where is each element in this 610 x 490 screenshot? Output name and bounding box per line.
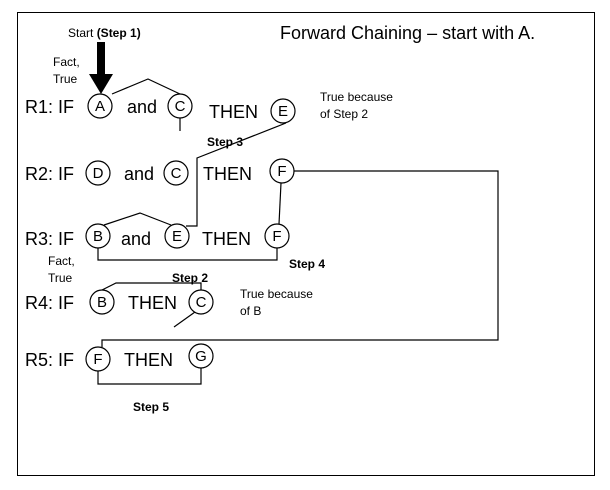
node-r5-f: F [85, 346, 111, 372]
connector-r1-and [111, 78, 181, 95]
note-r4-line1: True because [240, 287, 313, 301]
node-r2-d: D [85, 160, 111, 186]
rule-then-r3: THEN [202, 229, 251, 249]
connector-r3f-to-r2f [278, 182, 282, 225]
rule-then-r1: THEN [209, 102, 258, 122]
rule-conj-r2: and [124, 164, 154, 184]
note-r1-line1: True because [320, 90, 393, 104]
rule-then-r4: THEN [128, 293, 177, 313]
step2-label: Step 2 [172, 271, 208, 285]
rule-then-r2: THEN [203, 164, 252, 184]
diagram-title: Forward Chaining – start with A. [280, 23, 535, 43]
node-r3-b: B [85, 223, 111, 249]
svg-text:D: D [93, 165, 104, 182]
node-r4-b: B [89, 289, 115, 315]
forward-chaining-diagram: Forward Chaining – start with A. Start (… [25, 23, 535, 414]
svg-text:A: A [95, 98, 105, 115]
node-r3-f: F [264, 223, 290, 249]
node-r2-f: F [269, 158, 295, 184]
node-r5-g: G [188, 343, 214, 369]
note-r3-line2: True [48, 271, 73, 285]
svg-text:F: F [272, 228, 281, 245]
node-r1-e: E [270, 98, 296, 124]
step3-label: Step 3 [207, 135, 243, 149]
note-r3-line1: Fact, [48, 254, 75, 268]
svg-text:F: F [93, 351, 102, 368]
note-r4-line2: of B [240, 304, 261, 318]
svg-text:C: C [196, 294, 207, 311]
node-r2-c: C [163, 160, 189, 186]
connector-step4 [97, 248, 278, 261]
svg-text:E: E [172, 228, 182, 245]
rule-label-r5: R5: IF [25, 350, 74, 370]
start-label: Start (Step 1) [68, 26, 141, 40]
rule-label-r4: R4: IF [25, 293, 74, 313]
svg-text:B: B [97, 294, 107, 311]
start-arrow-icon [89, 42, 113, 94]
connector-r4c-to-r1c [173, 311, 196, 328]
start-step-label: (Step 1) [97, 26, 141, 40]
node-r3-e: E [164, 223, 190, 249]
fact-note-line1: Fact, [53, 55, 80, 69]
step5-label: Step 5 [133, 400, 169, 414]
svg-text:C: C [175, 98, 186, 115]
rule-label-r2: R2: IF [25, 164, 74, 184]
node-r1-a: A [87, 93, 113, 119]
svg-text:B: B [93, 228, 103, 245]
svg-text:F: F [277, 163, 286, 180]
rule-conj-r1: and [127, 97, 157, 117]
rule-label-r1: R1: IF [25, 97, 74, 117]
svg-text:E: E [278, 103, 288, 120]
step4-label: Step 4 [289, 257, 325, 271]
fact-note-line2: True [53, 72, 78, 86]
start-prefix: Start [68, 26, 97, 40]
svg-text:C: C [171, 165, 182, 182]
note-r1-line2: of Step 2 [320, 107, 368, 121]
rule-label-r3: R3: IF [25, 229, 74, 249]
rule-conj-r3: and [121, 229, 151, 249]
node-r1-c: C [167, 93, 193, 119]
rule-then-r5: THEN [124, 350, 173, 370]
connector-r3-and [103, 212, 172, 226]
svg-text:G: G [195, 348, 207, 365]
node-r4-c: C [188, 289, 214, 315]
connector-step5 [97, 368, 202, 385]
